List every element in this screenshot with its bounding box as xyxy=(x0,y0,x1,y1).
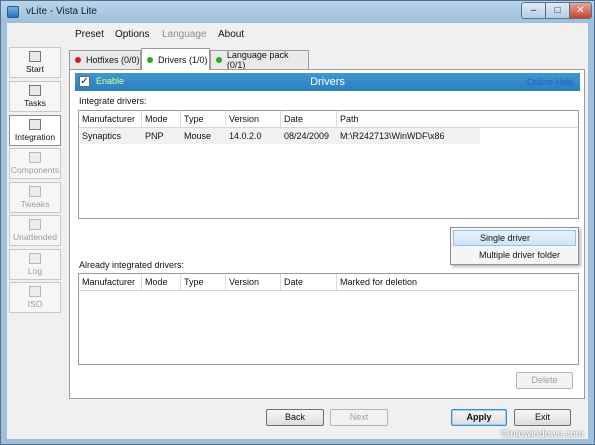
column-path[interactable]: Path xyxy=(337,111,579,128)
nav-tweaks-label: Tweaks xyxy=(20,199,50,209)
column-version[interactable]: Version xyxy=(226,274,281,291)
green-status-dot-icon xyxy=(147,56,153,63)
column-manufacturer[interactable]: Manufacturer xyxy=(79,111,142,128)
cell-date: 08/24/2009 xyxy=(284,131,330,141)
nav-iso[interactable]: ISO xyxy=(9,282,61,313)
tab-drivers[interactable]: Drivers (1/0) xyxy=(141,48,210,70)
components-icon xyxy=(29,152,41,163)
integrate-drivers-list[interactable]: Manufacturer Mode Type Version Date Path… xyxy=(78,110,579,219)
delete-button[interactable]: Delete xyxy=(516,372,573,389)
nav-components-label: Components xyxy=(10,165,60,175)
column-manufacturer[interactable]: Manufacturer xyxy=(79,274,142,291)
maximize-button[interactable]: □ xyxy=(545,2,570,19)
column-mode[interactable]: Mode xyxy=(142,274,181,291)
apply-button[interactable]: Apply xyxy=(451,409,507,426)
integrate-list-header: Manufacturer Mode Type Version Date Path xyxy=(79,111,578,128)
watermark-text: ©intowindows.com xyxy=(500,429,584,440)
panel-title: Drivers xyxy=(310,76,345,88)
start-icon xyxy=(29,51,41,62)
nav-unattended[interactable]: Unattended xyxy=(9,215,61,246)
nav-log-label: Log xyxy=(27,266,43,276)
tab-language-pack-label: Language pack (0/1) xyxy=(226,50,289,70)
nav-tasks[interactable]: Tasks xyxy=(9,81,61,112)
menu-preset[interactable]: Preset xyxy=(75,29,104,40)
exit-button[interactable]: Exit xyxy=(514,409,571,426)
nav-unattended-label: Unattended xyxy=(13,232,57,242)
tweaks-icon xyxy=(29,186,41,197)
online-help-link[interactable]: Online Help xyxy=(527,77,574,87)
nav-start[interactable]: Start xyxy=(9,47,61,78)
menu-options[interactable]: Options xyxy=(115,29,149,40)
cell-manufacturer: Synaptics xyxy=(82,131,122,141)
nav-tweaks[interactable]: Tweaks xyxy=(9,182,61,213)
cell-path: M:\R242713\WinWDF\x86 xyxy=(340,131,445,141)
nav-integration-label: Integration xyxy=(14,132,56,142)
already-list-header: Manufacturer Mode Type Version Date Mark… xyxy=(79,274,578,291)
tasks-icon xyxy=(29,85,41,96)
column-version[interactable]: Version xyxy=(226,111,281,128)
back-button[interactable]: Back xyxy=(266,409,324,426)
menu-item-multiple-driver-folder[interactable]: Multiple driver folder xyxy=(453,247,576,263)
column-type[interactable]: Type xyxy=(181,274,226,291)
drivers-header-bar: ✓ Enable Drivers Online Help xyxy=(75,73,580,91)
minimize-button[interactable]: – xyxy=(521,2,546,19)
menu-bar: Preset Options Language About xyxy=(7,23,588,45)
next-button[interactable]: Next xyxy=(330,409,388,426)
iso-icon xyxy=(29,286,41,297)
already-integrated-list[interactable]: Manufacturer Mode Type Version Date Mark… xyxy=(78,273,579,365)
column-mode[interactable]: Mode xyxy=(142,111,181,128)
integrate-drivers-label: Integrate drivers: xyxy=(79,96,147,106)
tab-hotfixes-label: Hotfixes (0/0) xyxy=(86,55,140,65)
tab-hotfixes[interactable]: Hotfixes (0/0) xyxy=(69,50,141,69)
menu-language[interactable]: Language xyxy=(162,29,207,40)
cell-version: 14.0.2.0 xyxy=(229,131,262,141)
green-status-dot-icon xyxy=(216,57,222,63)
log-icon xyxy=(29,253,41,264)
nav-log[interactable]: Log xyxy=(9,249,61,280)
nav-start-label: Start xyxy=(26,64,44,74)
nav-integration[interactable]: Integration xyxy=(9,115,61,146)
cell-mode: PNP xyxy=(145,131,164,141)
nav-tasks-label: Tasks xyxy=(24,98,46,108)
integration-icon xyxy=(29,119,41,130)
already-integrated-label: Already integrated drivers: xyxy=(79,260,185,270)
cell-type: Mouse xyxy=(184,131,212,141)
close-button[interactable]: ✕ xyxy=(569,2,592,19)
app-window: vLite - Vista Lite – □ ✕ Preset Options … xyxy=(0,0,595,445)
app-icon xyxy=(7,6,19,18)
title-bar[interactable]: vLite - Vista Lite – □ ✕ xyxy=(1,1,594,23)
column-marked-for-deletion[interactable]: Marked for deletion xyxy=(337,274,579,291)
nav-iso-label: ISO xyxy=(27,299,43,309)
column-date[interactable]: Date xyxy=(281,111,337,128)
unattended-icon xyxy=(29,219,41,230)
red-status-dot-icon xyxy=(75,57,81,63)
tab-language-pack[interactable]: Language pack (0/1) xyxy=(210,50,309,70)
menu-item-single-driver[interactable]: Single driver xyxy=(453,230,576,246)
nav-components[interactable]: Components xyxy=(9,148,61,179)
window-title: vLite - Vista Lite xyxy=(26,6,97,17)
column-type[interactable]: Type xyxy=(181,111,226,128)
menu-about[interactable]: About xyxy=(218,29,244,40)
add-driver-context-menu: Single driver Multiple driver folder xyxy=(450,227,579,265)
table-row[interactable]: Synaptics PNP Mouse 14.0.2.0 08/24/2009 … xyxy=(79,128,578,145)
tab-drivers-label: Drivers (1/0) xyxy=(158,54,208,65)
column-date[interactable]: Date xyxy=(281,274,337,291)
